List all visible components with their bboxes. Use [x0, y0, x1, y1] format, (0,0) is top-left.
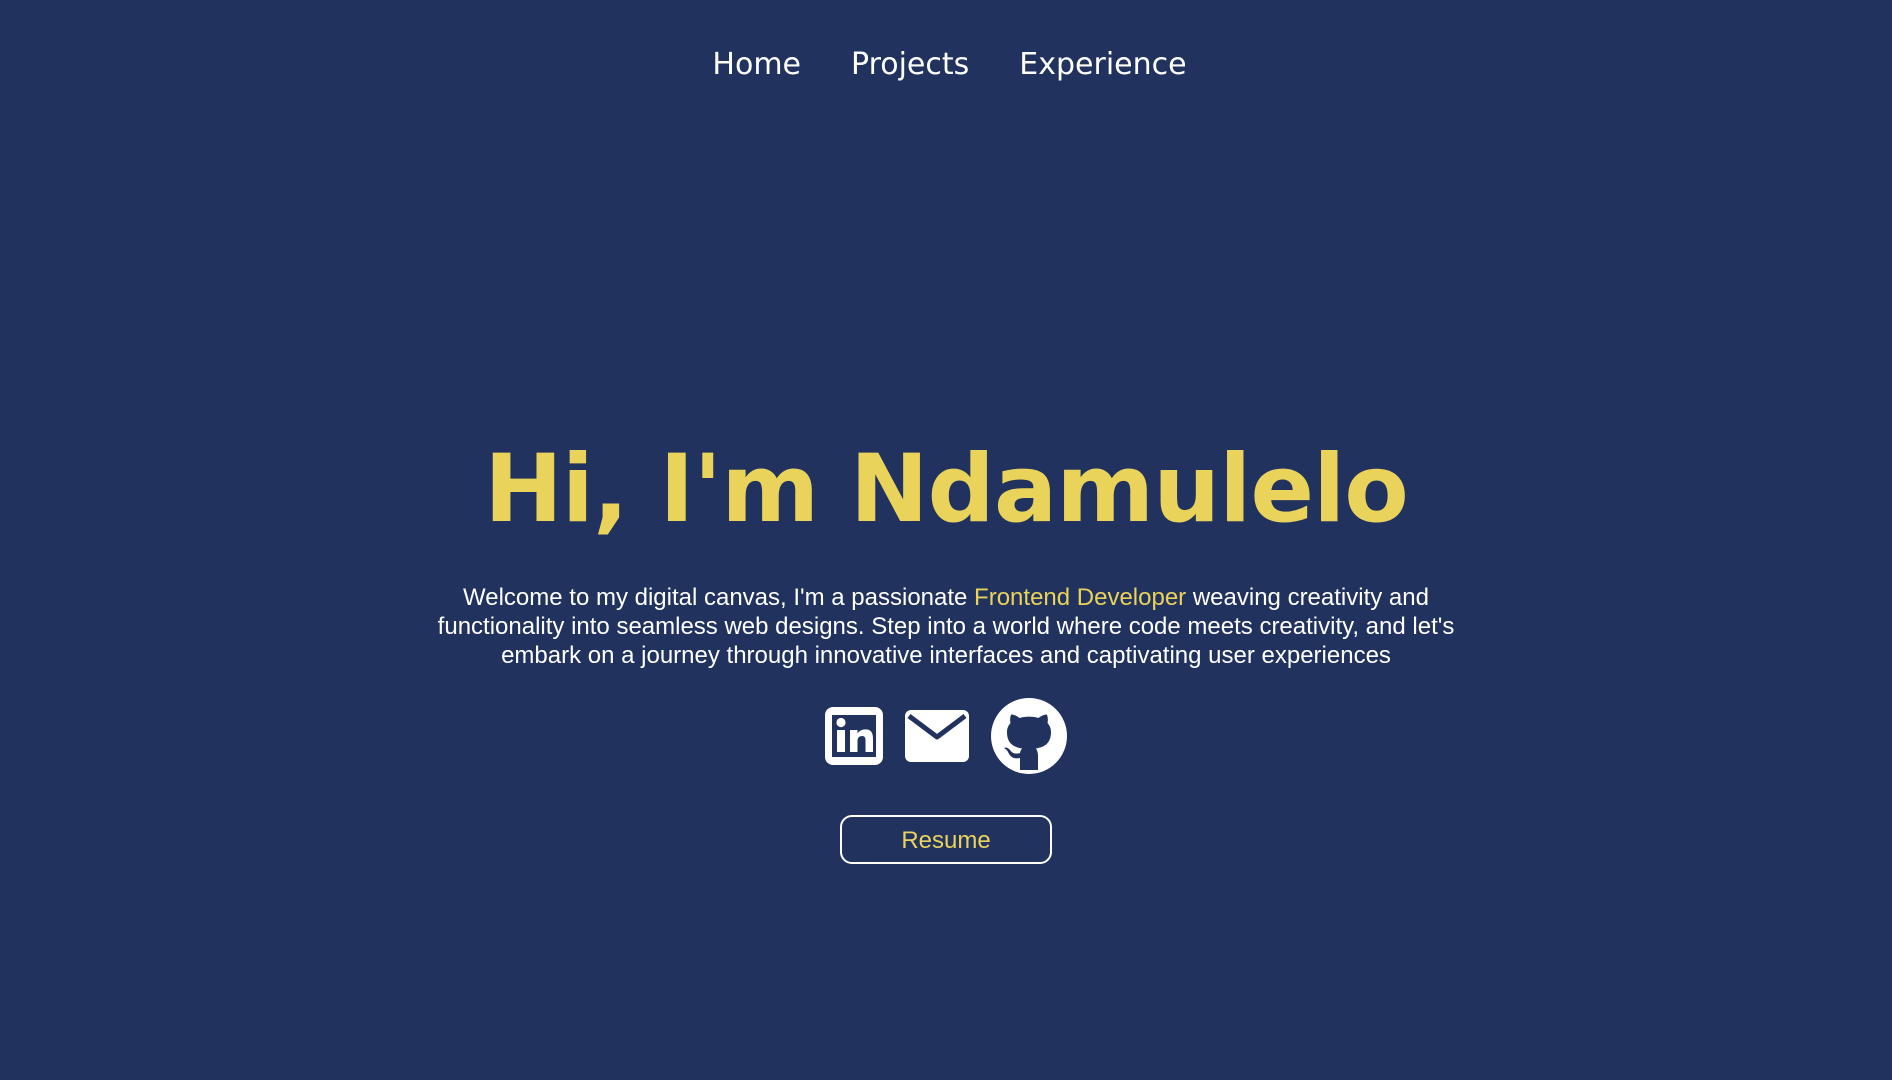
top-nav: Home Projects Experience [0, 40, 1892, 90]
nav-home-link[interactable]: Home [712, 40, 801, 90]
mail-icon[interactable] [905, 710, 969, 767]
social-links [0, 698, 1892, 779]
github-icon[interactable] [991, 698, 1067, 779]
nav-projects-link[interactable]: Projects [851, 40, 969, 90]
linkedin-icon[interactable] [825, 707, 883, 770]
intro-text: Welcome to my digital canvas, I'm a pass… [406, 583, 1486, 670]
intro-text-start: Welcome to my digital canvas, I'm a pass… [463, 584, 975, 611]
hero-section: Hi, I'm Ndamulelo Welcome to my digital … [0, 435, 1892, 864]
nav-experience-link[interactable]: Experience [1019, 40, 1186, 90]
intro-highlight: Frontend Developer [974, 584, 1187, 611]
resume-button[interactable]: Resume [840, 815, 1052, 864]
hero-title: Hi, I'm Ndamulelo [484, 435, 1409, 544]
